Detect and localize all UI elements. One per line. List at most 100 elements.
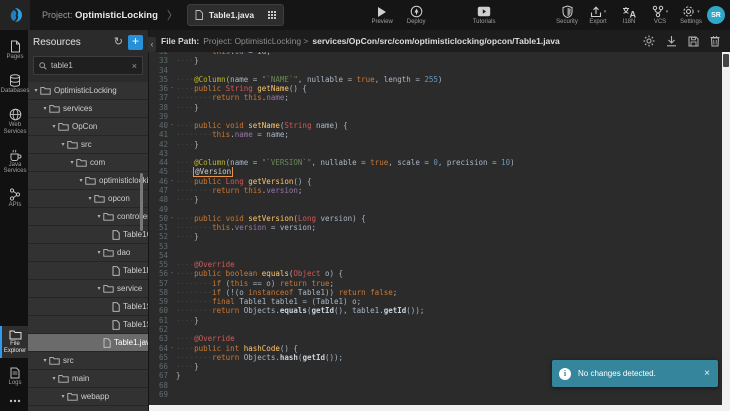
app-logo[interactable]: [0, 0, 30, 30]
deploy-button[interactable]: Deploy: [404, 6, 428, 25]
sidebar-item-pages[interactable]: Pages: [0, 37, 28, 64]
sidebar-item-more[interactable]: [0, 396, 28, 406]
code-line[interactable]: 34: [148, 66, 722, 75]
export-button[interactable]: ▾Export: [586, 6, 610, 25]
save-file-button[interactable]: [688, 36, 699, 47]
sidebar-item-logs[interactable]: Logs: [0, 364, 28, 390]
sidebar-item-databases[interactable]: Databases: [0, 71, 28, 98]
caret-down-icon[interactable]: ▾: [86, 195, 94, 202]
code-line[interactable]: 42····}: [148, 140, 722, 149]
tree-row[interactable]: ▾OptimisticLocking: [28, 82, 148, 100]
caret-down-icon[interactable]: ▾: [68, 159, 76, 166]
code-line[interactable]: 37········return this.name;: [148, 93, 722, 102]
clear-search-icon[interactable]: ×: [132, 61, 137, 71]
code-line[interactable]: 44····@Column(name = "`VERSION`", nullab…: [148, 158, 722, 167]
code-line[interactable]: 38····}: [148, 103, 722, 112]
code-line[interactable]: 58········if (!(o instanceof Table1)) re…: [148, 288, 722, 297]
tree-row[interactable]: ▾src: [28, 352, 148, 370]
editor-vertical-scrollbar[interactable]: [722, 52, 730, 411]
code-line[interactable]: 59········final Table1 table1 = (Table1)…: [148, 297, 722, 306]
code-line[interactable]: 60········return Objects.equals(getId(),…: [148, 306, 722, 315]
download-file-button[interactable]: [666, 35, 677, 47]
tree-row[interactable]: ▾opcon: [28, 190, 148, 208]
code-line[interactable]: 62: [148, 325, 722, 334]
code-line[interactable]: 45····@Version: [148, 167, 722, 176]
editor-vertical-scrollbar-thumb[interactable]: [723, 54, 729, 67]
code-line[interactable]: 40-····public void setName(String name) …: [148, 121, 722, 130]
delete-file-button[interactable]: [710, 35, 720, 47]
code-line[interactable]: 54: [148, 251, 722, 260]
tree-row[interactable]: ▾optimisticlocking: [28, 172, 148, 190]
code-line[interactable]: 33····}: [148, 56, 722, 65]
sidebar-item-web-services[interactable]: Web Services: [0, 105, 28, 139]
caret-down-icon[interactable]: ▾: [95, 213, 103, 220]
code-line[interactable]: 53: [148, 242, 722, 251]
vcs-button[interactable]: ▾VCS: [648, 6, 672, 25]
add-resource-button[interactable]: +: [128, 35, 143, 50]
caret-down-icon[interactable]: ▾: [50, 123, 58, 130]
sidebar-item-apis[interactable]: APIs: [0, 185, 28, 212]
sidebar-item-file-explorer[interactable]: File Explorer: [0, 326, 28, 358]
fold-marker[interactable]: -: [168, 344, 176, 353]
code-line[interactable]: 36-····public String getName() {: [148, 84, 722, 93]
fold-marker[interactable]: -: [168, 214, 176, 223]
caret-down-icon[interactable]: ▾: [77, 177, 85, 184]
tree-row[interactable]: ▾main: [28, 370, 148, 388]
tree-row[interactable]: Table1ServiceImpl: [28, 316, 148, 334]
caret-down-icon[interactable]: ▾: [95, 249, 103, 256]
tree-row[interactable]: ▾com: [28, 154, 148, 172]
code-line[interactable]: 61····}: [148, 316, 722, 325]
code-line[interactable]: 43: [148, 149, 722, 158]
tree-row[interactable]: ▾WEB-INF: [28, 406, 148, 411]
tree-row[interactable]: Table1Dao: [28, 262, 148, 280]
tree-row[interactable]: Table1.java: [28, 334, 148, 352]
caret-down-icon[interactable]: ▾: [41, 105, 49, 112]
tree-row[interactable]: ▾controller: [28, 208, 148, 226]
tree-row[interactable]: ▾service: [28, 280, 148, 298]
tab-grid-icon[interactable]: [268, 11, 276, 19]
caret-down-icon[interactable]: ▾: [59, 141, 67, 148]
code-editor[interactable]: 32········this.id = id;33····}3435····@C…: [148, 52, 722, 405]
caret-down-icon[interactable]: ▾: [59, 393, 67, 400]
tree-row[interactable]: ▾dao: [28, 244, 148, 262]
caret-down-icon[interactable]: ▾: [32, 87, 40, 94]
i18n-button[interactable]: AI18N: [617, 6, 641, 25]
refresh-icon[interactable]: ↻: [114, 37, 123, 48]
caret-down-icon[interactable]: ▾: [50, 375, 58, 382]
search-input[interactable]: table1: [51, 61, 128, 70]
code-line[interactable]: 39: [148, 112, 722, 121]
caret-down-icon[interactable]: ▾: [95, 285, 103, 292]
code-line[interactable]: 63····@Override: [148, 334, 722, 343]
code-line[interactable]: 50-····public void setVersion(Long versi…: [148, 214, 722, 223]
caret-down-icon[interactable]: ▾: [41, 357, 49, 364]
fold-marker[interactable]: -: [168, 121, 176, 130]
tree-row[interactable]: ▾src: [28, 136, 148, 154]
tree-scrollbar[interactable]: [140, 173, 143, 231]
preview-button[interactable]: Preview: [370, 6, 394, 25]
code-line[interactable]: 51········this.version = version;: [148, 223, 722, 232]
security-button[interactable]: Security: [555, 6, 579, 25]
settings-button[interactable]: ▾Settings: [679, 6, 703, 25]
fold-marker[interactable]: -: [168, 269, 176, 278]
code-line[interactable]: 49: [148, 205, 722, 214]
editor-horizontal-scrollbar[interactable]: [148, 405, 722, 411]
fold-marker[interactable]: -: [168, 84, 176, 93]
code-line[interactable]: 35····@Column(name = "`NAME`", nullable …: [148, 75, 722, 84]
tree-row[interactable]: Table1Service: [28, 298, 148, 316]
editor-settings-button[interactable]: [643, 35, 655, 47]
code-line[interactable]: 41········this.name = name;: [148, 130, 722, 139]
code-line[interactable]: 64-····public int hashCode() {: [148, 344, 722, 353]
tree-row[interactable]: Table1Controller: [28, 226, 148, 244]
tree-row[interactable]: ▾services: [28, 100, 148, 118]
code-line[interactable]: 47········return this.version;: [148, 186, 722, 195]
code-line[interactable]: 69: [148, 390, 722, 399]
tutorials-button[interactable]: Tutorials: [472, 6, 496, 25]
tree-row[interactable]: ▾OpCon: [28, 118, 148, 136]
code-line[interactable]: 57········if (this == o) return true;: [148, 279, 722, 288]
resource-search[interactable]: table1 ×: [33, 56, 143, 75]
fold-marker[interactable]: -: [168, 177, 176, 186]
code-line[interactable]: 52····}: [148, 232, 722, 241]
code-line[interactable]: 56-····public boolean equals(Object o) {: [148, 269, 722, 278]
code-line[interactable]: 46-····public Long getVersion() {: [148, 177, 722, 186]
sidebar-item-java-services[interactable]: Java Services: [0, 146, 28, 179]
